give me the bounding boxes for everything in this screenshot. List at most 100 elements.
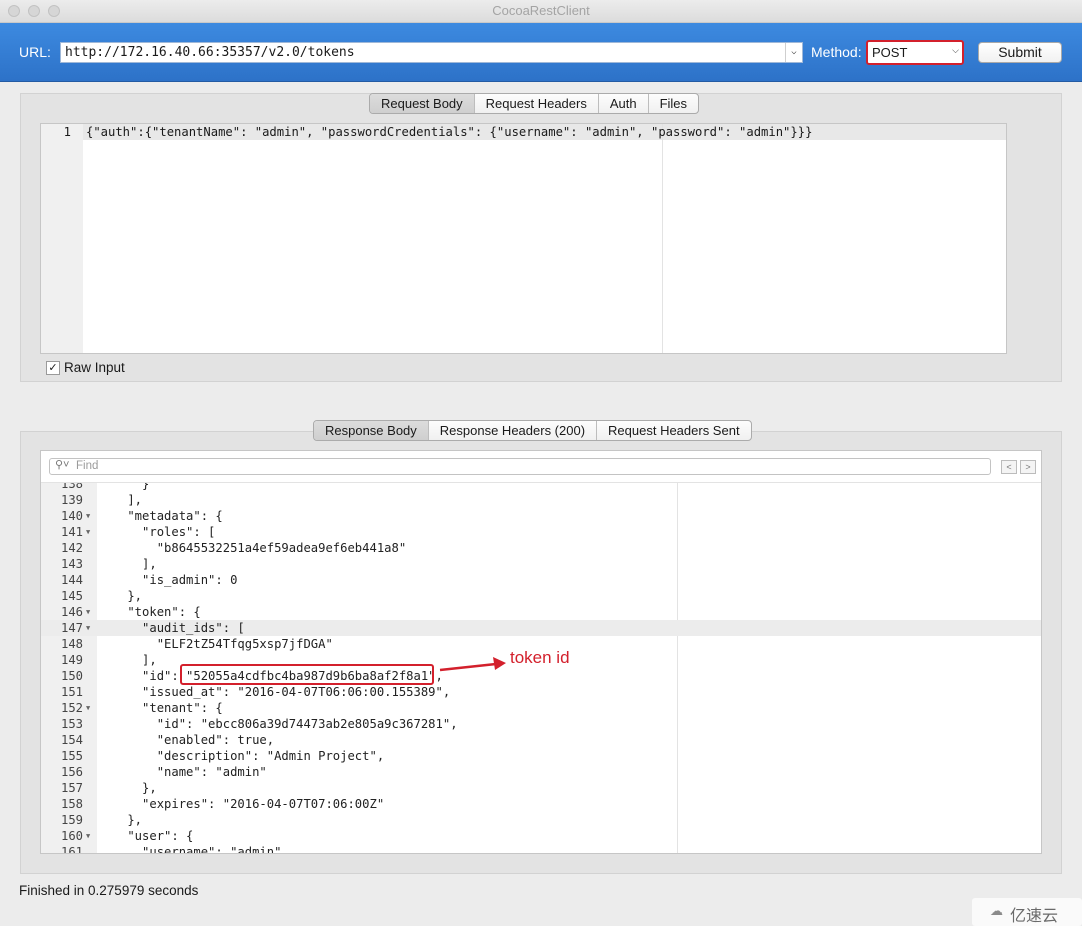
line-number: 151	[60, 685, 83, 699]
line-number: 148	[60, 637, 83, 651]
code-line: 151 "issued_at": "2016-04-07T06:06:00.15…	[41, 684, 1041, 700]
line-number: 160	[60, 829, 83, 843]
code-text: "b8645532251a4ef59adea9ef6eb441a8"	[98, 541, 407, 555]
submit-button[interactable]: Submit	[978, 42, 1062, 63]
code-text: ],	[98, 493, 143, 507]
code-line: 142 "b8645532251a4ef59adea9ef6eb441a8"	[41, 540, 1041, 556]
line-number: 149	[60, 653, 83, 667]
line-number: 140	[60, 509, 83, 523]
code-text: "issued_at": "2016-04-07T06:06:00.155389…	[98, 685, 451, 699]
code-text: "description": "Admin Project",	[98, 749, 385, 763]
code-line: 145 },	[41, 588, 1041, 604]
code-text: "roles": [	[98, 525, 216, 539]
code-text: },	[98, 813, 143, 827]
chevron-down-icon: ⌵	[952, 45, 959, 55]
code-line: 144 "is_admin": 0	[41, 572, 1041, 588]
line-number: 150	[60, 669, 83, 683]
line-number: 144	[60, 573, 83, 587]
code-line: 140 ▼ "metadata": {	[41, 508, 1041, 524]
fold-arrow-icon[interactable]: ▼	[86, 508, 90, 524]
line-number: 139	[60, 493, 83, 507]
code-text: "name": "admin"	[98, 765, 267, 779]
code-text: "is_admin": 0	[98, 573, 238, 587]
code-line: 161 "username": "admin",	[41, 844, 1041, 854]
code-line: 147 ▼ "audit_ids": [	[41, 620, 1041, 636]
code-line: 143 ],	[41, 556, 1041, 572]
watermark-text: 亿速云	[1010, 906, 1059, 925]
raw-input-checkbox[interactable]: ✓	[46, 361, 60, 375]
line-number: 153	[60, 717, 83, 731]
search-icon: ⚲˅	[55, 459, 70, 471]
url-input[interactable]: http://172.16.40.66:35357/v2.0/tokens ⌵	[60, 42, 803, 63]
tab-auth[interactable]: Auth	[599, 94, 649, 113]
tab-response-body[interactable]: Response Body	[314, 421, 429, 440]
token-id-highlight-box	[180, 664, 434, 685]
find-input[interactable]: Find	[49, 458, 991, 475]
code-text: },	[98, 781, 157, 795]
code-text: "username": "admin",	[98, 845, 289, 854]
tab-request-body[interactable]: Request Body	[370, 94, 475, 113]
line-number: 147	[60, 621, 83, 635]
line-number: 154	[60, 733, 83, 747]
line-number: 157	[60, 781, 83, 795]
title-bar: CocoaRestClient	[0, 0, 1082, 23]
window-title: CocoaRestClient	[492, 3, 590, 18]
print-margin	[662, 124, 663, 353]
annotation-arrow-icon	[439, 657, 506, 672]
fold-arrow-icon[interactable]: ▼	[86, 524, 90, 540]
find-next-button[interactable]: >	[1020, 460, 1036, 474]
code-text: }	[98, 482, 150, 491]
line-number: 161	[60, 845, 83, 854]
line-number: 142	[60, 541, 83, 555]
cloud-logo-icon: ☁	[990, 903, 1003, 918]
code-line: 141 ▼ "roles": [	[41, 524, 1041, 540]
fold-arrow-icon[interactable]: ▼	[86, 604, 90, 620]
method-label: Method:	[811, 44, 862, 60]
line-number: 141	[60, 525, 83, 539]
request-body-editor[interactable]: 1 {"auth":{"tenantName": "admin", "passw…	[40, 123, 1007, 354]
code-line: 152 ▼ "tenant": {	[41, 700, 1041, 716]
code-line: 153 "id": "ebcc806a39d74473ab2e805a9c367…	[41, 716, 1041, 732]
code-text: "token": {	[98, 605, 201, 619]
tab-request-headers[interactable]: Request Headers	[475, 94, 599, 113]
line-number: 158	[60, 797, 83, 811]
code-line: 146 ▼ "token": {	[41, 604, 1041, 620]
code-text: "user": {	[98, 829, 194, 843]
tab-request-headers-sent[interactable]: Request Headers Sent	[597, 421, 751, 440]
code-text: "tenant": {	[98, 701, 223, 715]
url-toolbar: URL: http://172.16.40.66:35357/v2.0/toke…	[0, 23, 1082, 82]
code-text: },	[98, 589, 143, 603]
response-tabs: Response Body Response Headers (200) Req…	[313, 420, 752, 441]
tab-response-headers[interactable]: Response Headers (200)	[429, 421, 598, 440]
line-number: 138	[60, 482, 83, 491]
code-text: "id": "ebcc806a39d74473ab2e805a9c367281"…	[98, 717, 458, 731]
method-select[interactable]: POST ⌵	[866, 40, 964, 65]
fold-arrow-icon[interactable]: ▼	[86, 620, 90, 636]
code-line: 154 "enabled": true,	[41, 732, 1041, 748]
line-number: 152	[60, 701, 83, 715]
find-placeholder: Find	[76, 460, 99, 472]
code-text: "ELF2tZ54Tfqg5xsp7jfDGA"	[98, 637, 333, 651]
line-number: 155	[60, 749, 83, 763]
raw-input-label: Raw Input	[64, 360, 125, 375]
url-history-dropdown-icon[interactable]: ⌵	[785, 43, 802, 62]
code-line: 160 ▼ "user": {	[41, 828, 1041, 844]
code-text: ],	[98, 653, 157, 667]
request-tabs: Request Body Request Headers Auth Files	[369, 93, 700, 114]
status-text: Finished in 0.275979 seconds	[19, 883, 199, 898]
line-number: 143	[60, 557, 83, 571]
request-body-text: {"auth":{"tenantName": "admin", "passwor…	[86, 125, 813, 139]
token-id-annotation: token id	[510, 648, 570, 667]
line-gutter	[41, 124, 83, 353]
line-number: 159	[60, 813, 83, 827]
line-number: 145	[60, 589, 83, 603]
fold-arrow-icon[interactable]: ▼	[86, 828, 90, 844]
code-text: "expires": "2016-04-07T07:06:00Z"	[98, 797, 385, 811]
url-label: URL:	[19, 44, 51, 60]
tab-files[interactable]: Files	[649, 94, 698, 113]
find-previous-button[interactable]: <	[1001, 460, 1017, 474]
code-line: 159 },	[41, 812, 1041, 828]
fold-arrow-icon[interactable]: ▼	[86, 700, 90, 716]
url-value: http://172.16.40.66:35357/v2.0/tokens	[65, 45, 355, 60]
code-text: "enabled": true,	[98, 733, 275, 747]
